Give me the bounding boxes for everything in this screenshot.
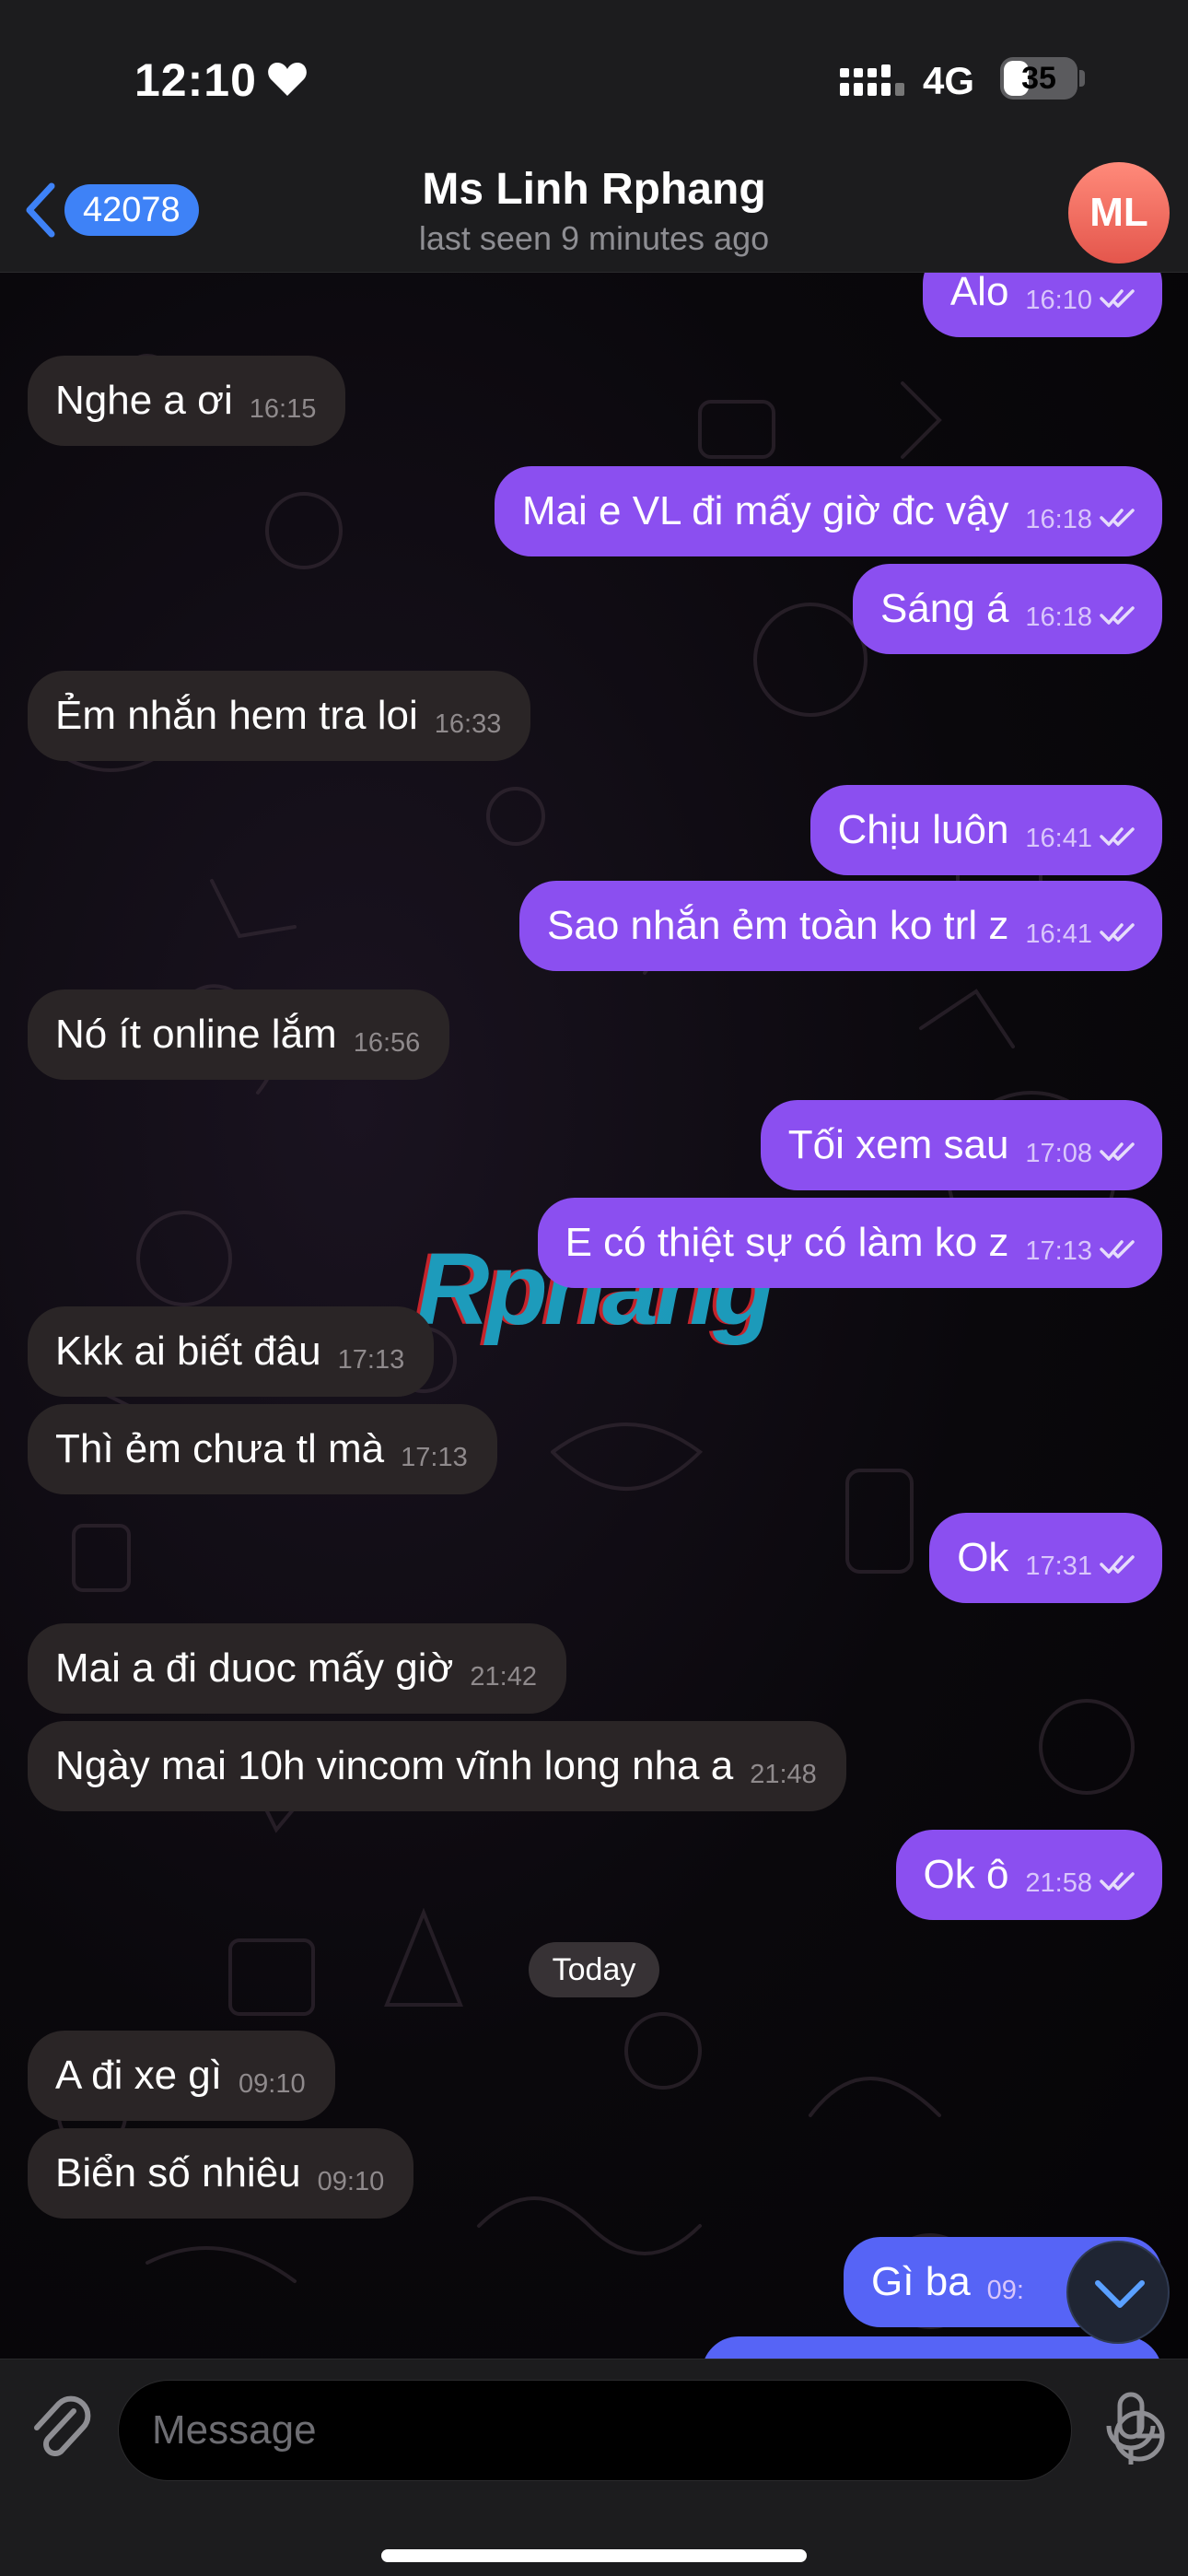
message-text: Biển số nhiêu <box>55 2150 301 2195</box>
chevron-down-icon <box>1095 2280 1145 2308</box>
message-time: 21:48 <box>750 1760 817 1789</box>
incoming-message[interactable]: Mai a đi duoc mấy giờ 21:42 <box>28 1623 566 1714</box>
status-time: 12:10 <box>134 54 257 106</box>
message-text: Chịu luôn <box>837 807 1009 852</box>
incoming-message[interactable]: A đi xe gì 09:10 <box>28 2031 335 2121</box>
chat-area[interactable]: Rphang Alo 16:10 Nghe a ơi 16:15 Mai e VL đi… <box>0 273 1188 2359</box>
outgoing-message[interactable]: Sáng á 16:18 <box>852 564 1162 654</box>
message-time: 16:41 <box>1025 919 1092 949</box>
message-text: E có thiệt sự có làm ko z <box>565 1220 1009 1265</box>
battery-tip <box>1079 70 1085 87</box>
mic-icon[interactable] <box>1098 2391 1164 2470</box>
message-time: 16:41 <box>1025 824 1092 853</box>
network-type: 4G <box>923 59 975 102</box>
incoming-message[interactable]: Nó ít online lắm 16:56 <box>28 989 450 1080</box>
message-time: 17:13 <box>1025 1236 1092 1266</box>
read-checks-icon <box>1100 289 1135 308</box>
message-time: 17:13 <box>401 1443 468 1472</box>
outgoing-message[interactable]: Chịu luôn 16:41 <box>809 785 1162 875</box>
read-checks-icon <box>1100 1872 1135 1891</box>
incoming-message[interactable]: Biển số nhiêu 09:10 <box>28 2128 414 2219</box>
outgoing-message[interactable]: Ok 17:31 <box>929 1513 1162 1603</box>
read-checks-icon <box>1100 509 1135 527</box>
message-text: Mai e VL đi mấy giờ đc vậy <box>521 488 1009 533</box>
message-text: A đi xe gì <box>55 2053 223 2098</box>
message-time: 21:42 <box>470 1662 537 1692</box>
home-indicator[interactable] <box>381 2549 807 2562</box>
message-time: 16:18 <box>1025 505 1092 534</box>
attach-icon[interactable] <box>28 2391 92 2465</box>
outgoing-message[interactable]: Sao nhắn ẻm toàn ko trl z 16:41 <box>519 881 1162 971</box>
incoming-message[interactable]: Nghe a ơi 16:15 <box>28 356 346 446</box>
avatar[interactable]: ML <box>1068 162 1170 263</box>
message-time: 09: <box>986 2276 1024 2305</box>
read-checks-icon <box>1100 1555 1135 1574</box>
read-checks-icon <box>1100 606 1135 625</box>
scroll-to-bottom-button[interactable] <box>1066 2241 1170 2344</box>
message-text: Gì ba <box>871 2259 971 2304</box>
message-time: 16:56 <box>353 1028 421 1058</box>
composer-bar <box>0 2359 1188 2576</box>
top-bar: 12:10 4G 35 42078 Ms Linh Rphang last se… <box>0 0 1188 273</box>
battery-percent: 35 <box>1021 61 1056 96</box>
message-time: 21:58 <box>1025 1868 1092 1898</box>
message-text: Mai a đi duoc mấy giờ <box>55 1645 454 1691</box>
message-time: 09:10 <box>239 2069 306 2099</box>
message-text: Ok ô <box>923 1852 1009 1897</box>
message-field[interactable] <box>118 2380 1165 2481</box>
read-checks-icon <box>1100 1142 1135 1161</box>
message-time: 09:10 <box>317 2167 385 2196</box>
message-text: Thì ẻm chưa tl mà <box>55 1426 385 1471</box>
message-time: 17:13 <box>337 1345 405 1375</box>
last-seen-status: last seen 9 minutes ago <box>418 219 770 257</box>
outgoing-message[interactable]: E có thiệt sự có làm ko z 17:13 <box>537 1198 1162 1288</box>
message-time: 16:18 <box>1025 603 1092 632</box>
incoming-message[interactable]: Thì ẻm chưa tl mà 17:13 <box>28 1404 497 1494</box>
message-text: Nó ít online lắm <box>55 1012 337 1057</box>
date-divider: Today <box>529 1942 659 1997</box>
incoming-message[interactable]: Ẻm nhắn hem tra loi 16:33 <box>28 671 531 761</box>
message-time: 16:10 <box>1025 286 1092 315</box>
message-text: Tối xem sau <box>787 1122 1009 1167</box>
incoming-message[interactable]: Kkk ai biết đâu 17:13 <box>28 1306 435 1397</box>
message-time: 17:08 <box>1025 1139 1092 1168</box>
message-input[interactable] <box>152 2381 962 2480</box>
signal-icon <box>840 64 904 96</box>
outgoing-message[interactable]: Tối xem sau 17:08 <box>760 1100 1162 1190</box>
message-text: Alo <box>949 273 1009 314</box>
outgoing-message-partial[interactable] <box>702 2336 1162 2359</box>
read-checks-icon <box>1100 1240 1135 1259</box>
message-text: Nghe a ơi <box>55 378 233 423</box>
message-text: Ok <box>957 1535 1009 1580</box>
message-time: 17:31 <box>1025 1551 1092 1581</box>
battery-icon: 35 <box>1000 57 1077 100</box>
message-text: Sáng á <box>879 586 1009 631</box>
message-time: 16:33 <box>434 709 502 739</box>
message-time: 16:15 <box>249 394 317 424</box>
read-checks-icon <box>1100 923 1135 942</box>
message-text: Ẻm nhắn hem tra loi <box>55 693 418 738</box>
read-checks-icon <box>1100 827 1135 846</box>
message-text: Ngày mai 10h vincom vĩnh long nha a <box>55 1743 734 1788</box>
outgoing-message[interactable]: Mai e VL đi mấy giờ đc vậy 16:18 <box>494 466 1162 556</box>
outgoing-message[interactable]: Alo 16:10 <box>922 273 1162 337</box>
message-text: Sao nhắn ẻm toàn ko trl z <box>547 903 1009 948</box>
outgoing-message[interactable]: Ok ô 21:58 <box>895 1830 1162 1920</box>
incoming-message[interactable]: Ngày mai 10h vincom vĩnh long nha a 21:48 <box>28 1721 846 1811</box>
message-text: Kkk ai biết đâu <box>55 1329 321 1374</box>
chat-title[interactable]: Ms Linh Rphang <box>0 164 1188 215</box>
heart-icon <box>268 63 307 96</box>
